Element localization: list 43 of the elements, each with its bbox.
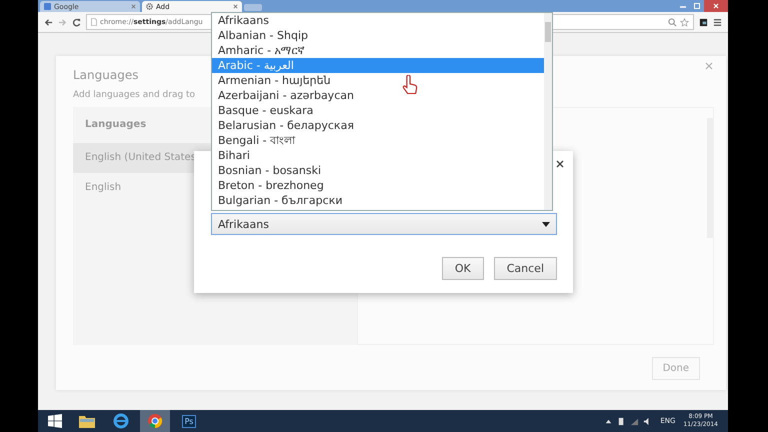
language-option[interactable]: Azerbaijani - azərbaycan [212, 88, 544, 103]
language-option[interactable]: Basque - euskara [212, 103, 544, 118]
star-icon[interactable] [680, 18, 689, 26]
close-window-button[interactable] [704, 0, 728, 12]
zoom-icon[interactable] [668, 18, 677, 26]
language-select[interactable]: Afrikaans [211, 213, 557, 235]
browser-circle-icon [147, 413, 163, 429]
language-option[interactable]: Amharic - አማርኛ [212, 43, 544, 58]
gear-icon [146, 3, 153, 10]
menu-icon[interactable] [713, 18, 722, 26]
language-option[interactable]: Bihari [212, 148, 544, 163]
google-favicon-icon [44, 3, 51, 10]
close-icon [713, 3, 719, 9]
dialog-button[interactable]: OK [442, 257, 484, 280]
language-option[interactable]: Bosnian - bosanski [212, 163, 544, 178]
close-tab-icon[interactable] [233, 4, 238, 9]
language-option[interactable]: Afrikaans [212, 13, 544, 28]
language-option[interactable]: Bulgarian - български [212, 193, 544, 208]
close-icon[interactable] [556, 160, 564, 168]
list-header: Languages [84, 118, 148, 132]
photoshop-app-button[interactable]: Ps [174, 410, 204, 432]
folder-icon [79, 413, 95, 429]
extension-icon[interactable] [699, 18, 708, 26]
flag-icon[interactable] [617, 416, 626, 426]
settings-title: Languages [73, 68, 138, 82]
language-option[interactable]: Armenian - հայերեն [212, 73, 544, 88]
reload-icon[interactable] [72, 18, 81, 26]
language-option[interactable]: Bengali - বাংলা [212, 133, 544, 148]
dialog-button[interactable]: Cancel [494, 257, 557, 280]
taskbar-app-button[interactable] [140, 410, 170, 432]
windows-start-icon[interactable] [48, 414, 62, 428]
language-option[interactable]: Albanian - Shqip [212, 28, 544, 43]
hand-cursor-icon [402, 75, 418, 96]
back-icon[interactable] [44, 18, 53, 26]
settings-subtitle: Add languages and drag to [73, 90, 196, 100]
scrollbar-thumb[interactable] [545, 22, 551, 42]
language-option[interactable]: Breton - brezhoneg [212, 178, 544, 193]
signal-icon[interactable] [630, 416, 640, 426]
close-tab-icon[interactable] [131, 4, 136, 9]
language-option[interactable]: Belarusian - беларуская [212, 118, 544, 133]
browser-e-icon [113, 413, 129, 429]
page-icon [91, 18, 97, 26]
caret-icon [542, 222, 550, 226]
